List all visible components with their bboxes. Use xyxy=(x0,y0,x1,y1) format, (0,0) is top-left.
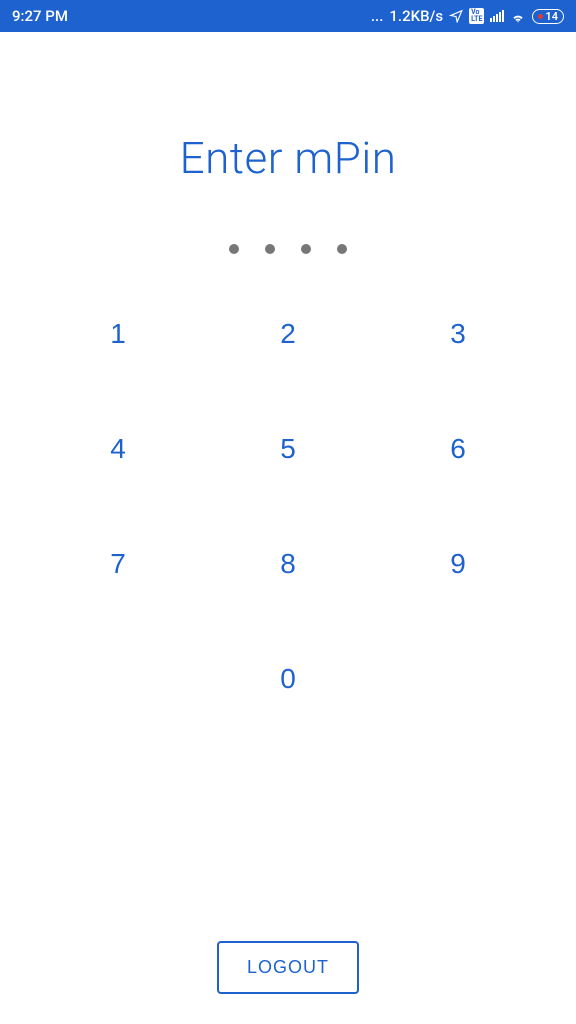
pin-entry-screen: Enter mPin 1 2 3 4 5 6 7 8 9 0 LOGOUT xyxy=(0,32,576,1024)
key-0[interactable]: 0 xyxy=(268,659,308,699)
pin-dot-1 xyxy=(229,244,239,254)
key-1[interactable]: 1 xyxy=(98,314,138,354)
key-2[interactable]: 2 xyxy=(268,314,308,354)
signal-icon xyxy=(490,10,504,22)
pin-dot-3 xyxy=(301,244,311,254)
key-6[interactable]: 6 xyxy=(438,429,478,469)
key-4[interactable]: 4 xyxy=(98,429,138,469)
battery-icon: 14 xyxy=(532,9,564,24)
page-title: Enter mPin xyxy=(180,132,397,184)
pin-dots xyxy=(229,244,347,254)
wifi-icon xyxy=(510,9,526,23)
key-7[interactable]: 7 xyxy=(98,544,138,584)
volte-icon: VoLTE xyxy=(469,8,484,24)
location-icon xyxy=(449,9,463,23)
pin-dot-4 xyxy=(337,244,347,254)
key-9[interactable]: 9 xyxy=(438,544,478,584)
logout-button[interactable]: LOGOUT xyxy=(217,941,359,994)
status-bar: 9:27 PM ... 1.2KB/s VoLTE 14 xyxy=(0,0,576,32)
pin-dot-2 xyxy=(265,244,275,254)
status-dots: ... xyxy=(371,7,384,25)
key-8[interactable]: 8 xyxy=(268,544,308,584)
data-rate: 1.2KB/s xyxy=(389,7,443,25)
keypad: 1 2 3 4 5 6 7 8 9 0 xyxy=(98,314,478,699)
key-5[interactable]: 5 xyxy=(268,429,308,469)
status-time: 9:27 PM xyxy=(12,7,68,25)
key-3[interactable]: 3 xyxy=(438,314,478,354)
